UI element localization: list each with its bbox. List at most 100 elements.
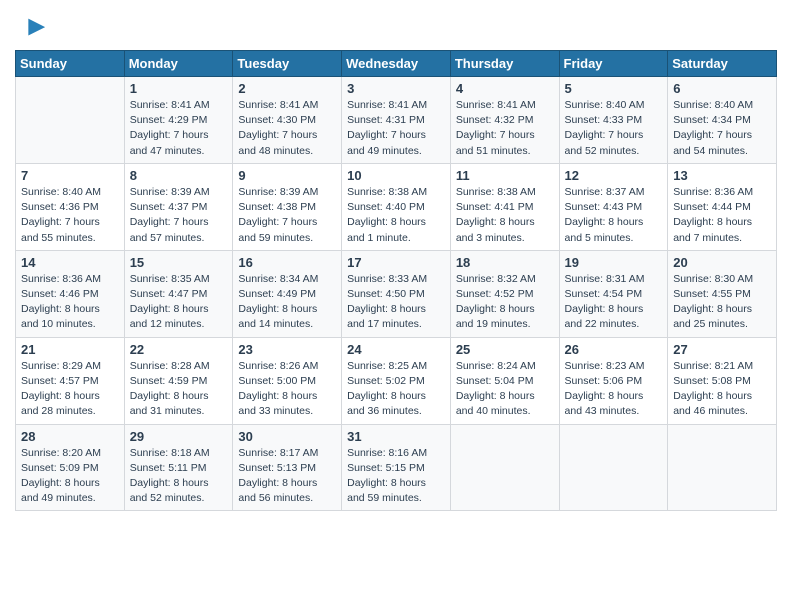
day-info: Sunrise: 8:36 AM Sunset: 4:44 PM Dayligh…: [673, 185, 771, 246]
calendar-cell: [559, 424, 668, 511]
calendar-cell: 13Sunrise: 8:36 AM Sunset: 4:44 PM Dayli…: [668, 163, 777, 250]
day-info: Sunrise: 8:29 AM Sunset: 4:57 PM Dayligh…: [21, 359, 119, 420]
day-info: Sunrise: 8:35 AM Sunset: 4:47 PM Dayligh…: [130, 272, 228, 333]
calendar-cell: 4 Sunrise: 8:41 AM Sunset: 4:32 PM Daylig…: [450, 77, 559, 164]
day-number: 2: [238, 81, 336, 96]
calendar-cell: 14 Sunrise: 8:36 AM Sunset: 4:46 PM Dayli…: [16, 250, 125, 337]
day-info: Sunrise: 8:31 AM Sunset: 4:54 PM Dayligh…: [565, 272, 663, 333]
day-info: Sunrise: 8:41 AM Sunset: 4:30 PM Dayligh…: [238, 98, 336, 159]
day-number: 4: [456, 81, 554, 96]
day-info: Sunrise: 8:18 AM Sunset: 5:11 PM Dayligh…: [130, 446, 228, 507]
day-info: Sunrise: 8:21 AM Sunset: 5:08 PM Dayligh…: [673, 359, 771, 420]
day-info: Sunrise: 8:26 AM Sunset: 5:00 PM Dayligh…: [238, 359, 336, 420]
day-info: Sunrise: 8:16 AM Sunset: 5:15 PM Dayligh…: [347, 446, 445, 507]
calendar-cell: 29 Sunrise: 8:18 AM Sunset: 5:11 PM Dayli…: [124, 424, 233, 511]
calendar-cell: 16 Sunrise: 8:34 AM Sunset: 4:49 PM Dayli…: [233, 250, 342, 337]
calendar-cell: 20 Sunrise: 8:30 AM Sunset: 4:55 PM Dayli…: [668, 250, 777, 337]
day-number: 5: [565, 81, 663, 96]
day-info: Sunrise: 8:33 AM Sunset: 4:50 PM Dayligh…: [347, 272, 445, 333]
day-number: 16: [238, 255, 336, 270]
calendar-cell: 5 Sunrise: 8:40 AM Sunset: 4:33 PM Daylig…: [559, 77, 668, 164]
day-info: Sunrise: 8:40 AM Sunset: 4:36 PM Dayligh…: [21, 185, 119, 246]
day-info: Sunrise: 8:38 AM Sunset: 4:40 PM Dayligh…: [347, 185, 445, 246]
weekday-header-wednesday: Wednesday: [342, 51, 451, 77]
calendar-cell: 6 Sunrise: 8:40 AM Sunset: 4:34 PM Daylig…: [668, 77, 777, 164]
calendar-cell: 23 Sunrise: 8:26 AM Sunset: 5:00 PM Dayli…: [233, 337, 342, 424]
day-number: 24: [347, 342, 445, 357]
day-info: Sunrise: 8:28 AM Sunset: 4:59 PM Dayligh…: [130, 359, 228, 420]
calendar-cell: 11 Sunrise: 8:38 AM Sunset: 4:41 PM Dayli…: [450, 163, 559, 250]
weekday-header-monday: Monday: [124, 51, 233, 77]
day-number: 30: [238, 429, 336, 444]
calendar-cell: 12 Sunrise: 8:37 AM Sunset: 4:43 PM Dayli…: [559, 163, 668, 250]
day-number: 26: [565, 342, 663, 357]
day-info: Sunrise: 8:39 AM Sunset: 4:37 PM Dayligh…: [130, 185, 228, 246]
calendar-cell: 31 Sunrise: 8:16 AM Sunset: 5:15 PM Dayli…: [342, 424, 451, 511]
day-number: 31: [347, 429, 445, 444]
weekday-header-sunday: Sunday: [16, 51, 125, 77]
calendar-cell: 10 Sunrise: 8:38 AM Sunset: 4:40 PM Dayli…: [342, 163, 451, 250]
day-info: Sunrise: 8:41 AM Sunset: 4:29 PM Dayligh…: [130, 98, 228, 159]
logo-icon: [19, 14, 47, 42]
day-info: Sunrise: 8:30 AM Sunset: 4:55 PM Dayligh…: [673, 272, 771, 333]
day-number: 21: [21, 342, 119, 357]
weekday-header-saturday: Saturday: [668, 51, 777, 77]
day-number: 6: [673, 81, 771, 96]
calendar-cell: 18Sunrise: 8:32 AM Sunset: 4:52 PM Dayli…: [450, 250, 559, 337]
calendar-cell: 17 Sunrise: 8:33 AM Sunset: 4:50 PM Dayli…: [342, 250, 451, 337]
day-number: 10: [347, 168, 445, 183]
day-info: Sunrise: 8:20 AM Sunset: 5:09 PM Dayligh…: [21, 446, 119, 507]
day-info: Sunrise: 8:23 AM Sunset: 5:06 PM Dayligh…: [565, 359, 663, 420]
day-number: 20: [673, 255, 771, 270]
day-number: 27: [673, 342, 771, 357]
calendar-cell: 28 Sunrise: 8:20 AM Sunset: 5:09 PM Dayli…: [16, 424, 125, 511]
day-number: 9: [238, 168, 336, 183]
day-number: 25: [456, 342, 554, 357]
day-info: Sunrise: 8:41 AM Sunset: 4:32 PM Dayligh…: [456, 98, 554, 159]
day-info: Sunrise: 8:34 AM Sunset: 4:49 PM Dayligh…: [238, 272, 336, 333]
day-number: 29: [130, 429, 228, 444]
day-info: Sunrise: 8:37 AM Sunset: 4:43 PM Dayligh…: [565, 185, 663, 246]
day-number: 12: [565, 168, 663, 183]
day-number: 11: [456, 168, 554, 183]
calendar-week-2: 7 Sunrise: 8:40 AM Sunset: 4:36 PM Daylig…: [16, 163, 777, 250]
calendar-table: SundayMondayTuesdayWednesdayThursdayFrid…: [15, 50, 777, 511]
day-info: Sunrise: 8:40 AM Sunset: 4:34 PM Dayligh…: [673, 98, 771, 159]
calendar-week-3: 14 Sunrise: 8:36 AM Sunset: 4:46 PM Dayli…: [16, 250, 777, 337]
calendar-cell: 8Sunrise: 8:39 AM Sunset: 4:37 PM Daylig…: [124, 163, 233, 250]
calendar-cell: 1 Sunrise: 8:41 AM Sunset: 4:29 PM Daylig…: [124, 77, 233, 164]
calendar-cell: 22Sunrise: 8:28 AM Sunset: 4:59 PM Dayli…: [124, 337, 233, 424]
day-info: Sunrise: 8:36 AM Sunset: 4:46 PM Dayligh…: [21, 272, 119, 333]
day-info: Sunrise: 8:17 AM Sunset: 5:13 PM Dayligh…: [238, 446, 336, 507]
calendar-cell: 30 Sunrise: 8:17 AM Sunset: 5:13 PM Dayli…: [233, 424, 342, 511]
day-number: 15: [130, 255, 228, 270]
calendar-week-1: 1 Sunrise: 8:41 AM Sunset: 4:29 PM Daylig…: [16, 77, 777, 164]
weekday-header-row: SundayMondayTuesdayWednesdayThursdayFrid…: [16, 51, 777, 77]
day-number: 3: [347, 81, 445, 96]
calendar-cell: 26 Sunrise: 8:23 AM Sunset: 5:06 PM Dayli…: [559, 337, 668, 424]
calendar-cell: 3 Sunrise: 8:41 AM Sunset: 4:31 PM Daylig…: [342, 77, 451, 164]
day-number: 1: [130, 81, 228, 96]
calendar-cell: 27 Sunrise: 8:21 AM Sunset: 5:08 PM Dayli…: [668, 337, 777, 424]
calendar-cell: [450, 424, 559, 511]
day-info: Sunrise: 8:24 AM Sunset: 5:04 PM Dayligh…: [456, 359, 554, 420]
day-number: 23: [238, 342, 336, 357]
calendar-week-4: 21 Sunrise: 8:29 AM Sunset: 4:57 PM Dayli…: [16, 337, 777, 424]
weekday-header-tuesday: Tuesday: [233, 51, 342, 77]
day-number: 14: [21, 255, 119, 270]
day-number: 17: [347, 255, 445, 270]
calendar-cell: [16, 77, 125, 164]
calendar-week-5: 28 Sunrise: 8:20 AM Sunset: 5:09 PM Dayli…: [16, 424, 777, 511]
day-info: Sunrise: 8:39 AM Sunset: 4:38 PM Dayligh…: [238, 185, 336, 246]
day-info: Sunrise: 8:41 AM Sunset: 4:31 PM Dayligh…: [347, 98, 445, 159]
weekday-header-thursday: Thursday: [450, 51, 559, 77]
day-number: 7: [21, 168, 119, 183]
day-info: Sunrise: 8:40 AM Sunset: 4:33 PM Dayligh…: [565, 98, 663, 159]
calendar-cell: 15 Sunrise: 8:35 AM Sunset: 4:47 PM Dayli…: [124, 250, 233, 337]
day-info: Sunrise: 8:32 AM Sunset: 4:52 PM Dayligh…: [456, 272, 554, 333]
day-info: Sunrise: 8:38 AM Sunset: 4:41 PM Dayligh…: [456, 185, 554, 246]
day-info: Sunrise: 8:25 AM Sunset: 5:02 PM Dayligh…: [347, 359, 445, 420]
page-header: [15, 10, 777, 42]
calendar-cell: 24 Sunrise: 8:25 AM Sunset: 5:02 PM Dayli…: [342, 337, 451, 424]
day-number: 28: [21, 429, 119, 444]
